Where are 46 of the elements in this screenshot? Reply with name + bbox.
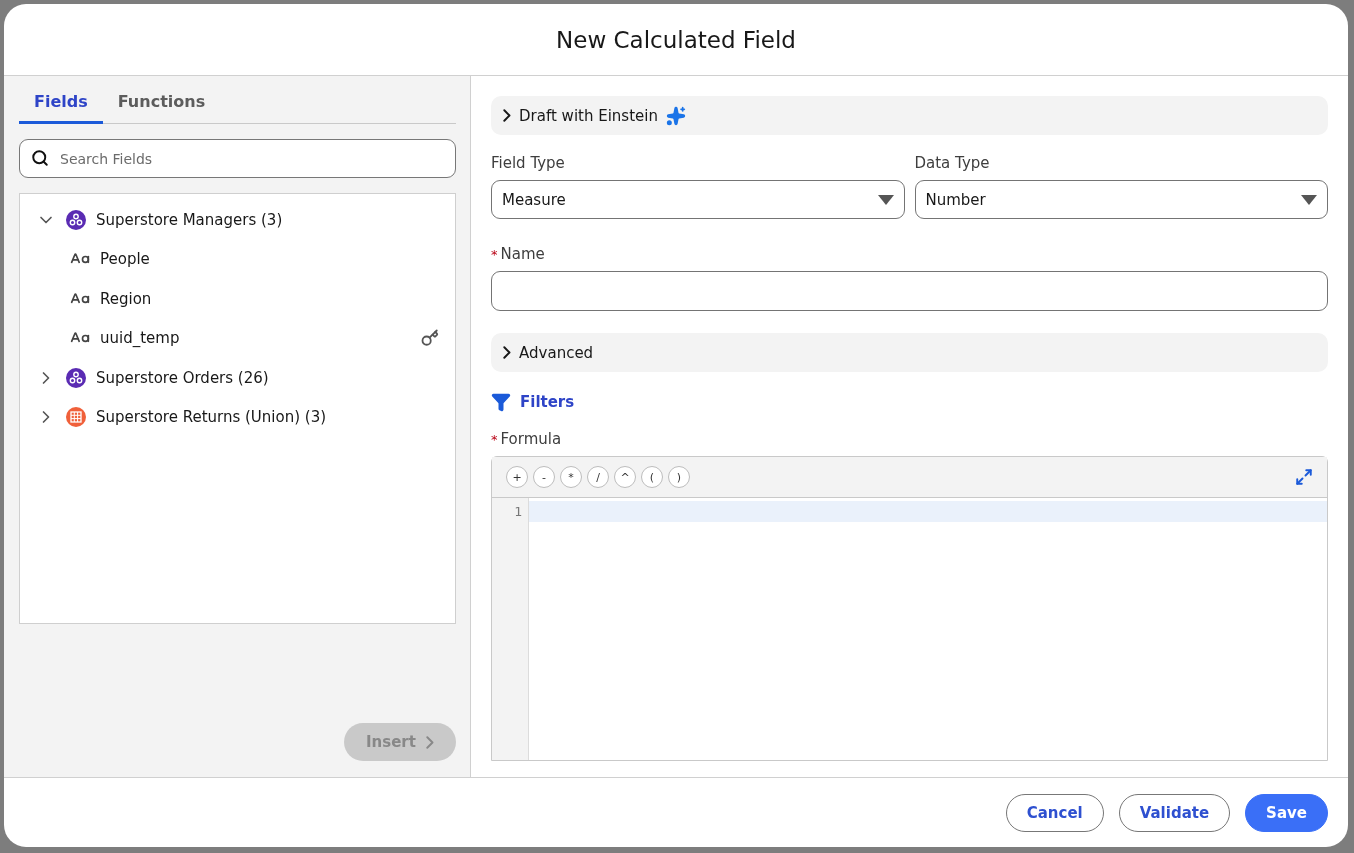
sparkle-icon [665, 105, 686, 126]
advanced-section-header[interactable]: Advanced [491, 333, 1328, 372]
search-icon [31, 149, 49, 167]
name-input-field[interactable] [491, 271, 1328, 311]
dropdown-caret-icon [1301, 194, 1317, 205]
line-number: 1 [513, 503, 523, 521]
filters-link[interactable]: Filters [491, 392, 575, 412]
chevron-right-icon [425, 735, 434, 749]
tab[interactable]: Fields [19, 84, 103, 124]
operator-button[interactable]: * [560, 466, 582, 488]
formula-editor[interactable]: + - * / ^ ( ) 1 [491, 456, 1328, 761]
tree-item[interactable]: Region [20, 279, 455, 319]
search-field[interactable]: Search Fields [19, 139, 456, 178]
save-button[interactable]: Save [1245, 793, 1328, 832]
operator-button[interactable]: ) [668, 466, 690, 488]
required-mark: * [491, 247, 498, 262]
operator-button[interactable]: ^ [614, 466, 636, 488]
expand-icon[interactable] [1295, 468, 1313, 486]
dialog-button[interactable]: Cancel [1005, 793, 1104, 832]
dialog-button[interactable]: Validate [1118, 793, 1231, 832]
field-label: Data Type [914, 154, 991, 172]
operator-button[interactable]: + [506, 466, 528, 488]
field-label: Formula [500, 430, 562, 448]
tab[interactable]: Functions [102, 84, 221, 124]
filter-icon [491, 392, 511, 412]
field-label: Field Type [491, 154, 566, 172]
chevron-right-icon [503, 346, 512, 359]
operator-button[interactable]: / [587, 466, 609, 488]
draft-section-header[interactable]: Draft with Einstein [491, 96, 1328, 135]
field-label: Name [500, 245, 545, 263]
tree-item[interactable]: Superstore Returns (Union) (3) [20, 397, 455, 437]
chevron-right-icon [503, 109, 512, 122]
dataset-icon [66, 367, 86, 388]
data-type-select[interactable]: Number [914, 180, 1328, 219]
tree-item[interactable]: Superstore Orders (26) [20, 358, 455, 398]
tree-item[interactable]: People [20, 239, 455, 279]
field-type-select[interactable]: Measure [491, 180, 905, 219]
dataset-icon [66, 209, 86, 230]
dropdown-caret-icon [877, 194, 894, 205]
tree-item[interactable]: uuid_temp [20, 318, 455, 358]
required-mark: * [491, 432, 498, 447]
tree-item[interactable]: Superstore Managers (3) [20, 200, 455, 240]
dialog-title: New Calculated Field [556, 26, 796, 53]
operator-button[interactable]: - [533, 466, 555, 488]
operator-button[interactable]: ( [641, 466, 663, 488]
table-icon [66, 407, 86, 428]
